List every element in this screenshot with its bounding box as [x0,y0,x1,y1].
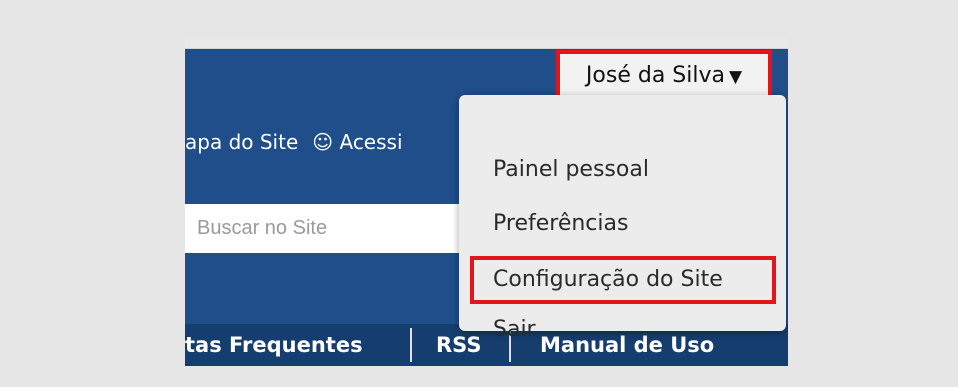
user-name: José da Silva [585,63,725,88]
top-links: apa do Site ☺ Acessi [185,130,403,154]
top-strip [185,38,788,49]
accessibility-link[interactable]: Acessi [339,130,402,154]
search-placeholder: Buscar no Site [197,217,328,239]
nav-divider [410,328,412,362]
search-input[interactable]: Buscar no Site [185,204,485,253]
nav-item-manual[interactable]: Manual de Uso [540,329,714,361]
site-header-screenshot: José da Silva ▼ apa do Site ☺ Acessi Busca… [185,38,788,366]
site-map-link[interactable]: apa do Site [185,130,298,154]
caret-down-icon: ▼ [729,67,743,87]
accessibility-icon: ☺ [312,130,334,154]
menu-item-site-configuration[interactable]: Configuração do Site [470,256,776,304]
menu-item-personal-panel[interactable]: Painel pessoal [493,157,649,182]
menu-item-preferences[interactable]: Preferências [493,211,628,236]
menu-item-logout[interactable]: Sair [493,317,536,342]
nav-item-rss[interactable]: RSS [436,329,481,361]
user-dropdown-menu: Painel pessoal Preferências Configuração… [459,95,786,342]
nav-item-frequent-questions[interactable]: tas Frequentes [185,329,363,361]
